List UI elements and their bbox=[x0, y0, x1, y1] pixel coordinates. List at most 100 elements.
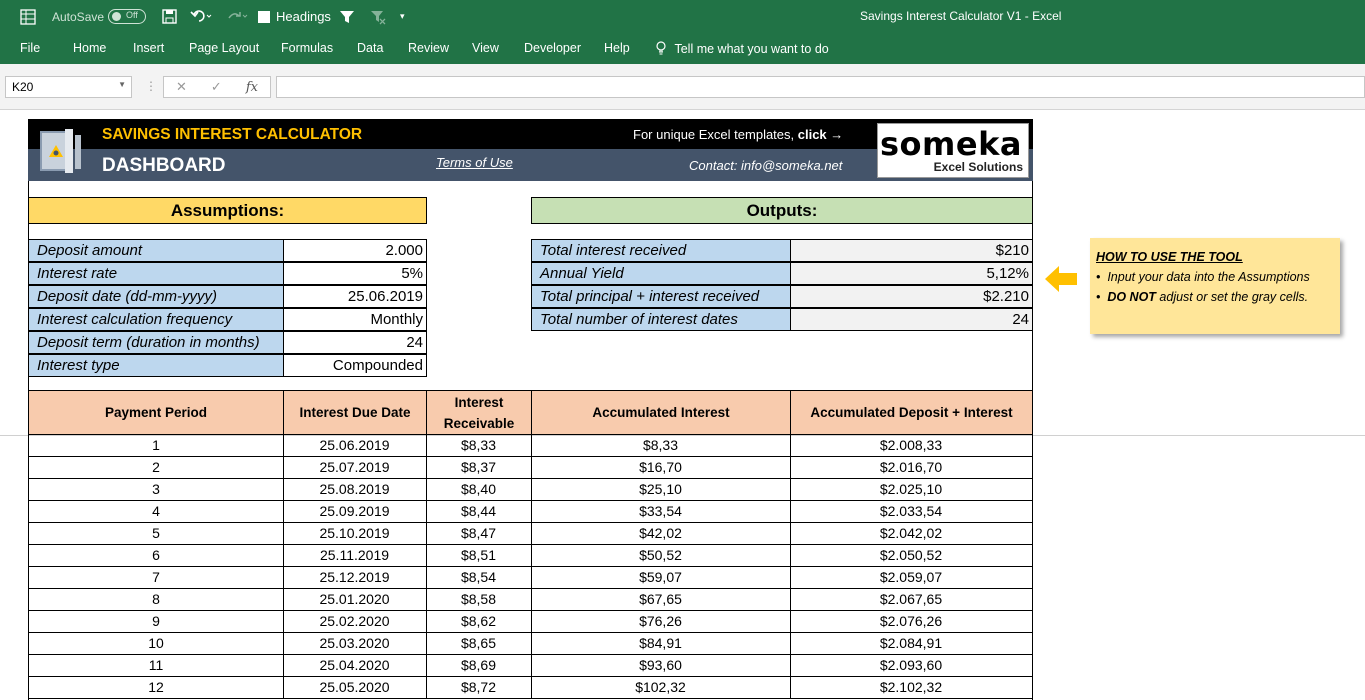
date-cell: 25.10.2019 bbox=[283, 523, 427, 545]
accumulated-cell: $59,07 bbox=[531, 567, 791, 589]
tab-page-layout[interactable]: Page Layout bbox=[189, 41, 259, 55]
tab-formulas[interactable]: Formulas bbox=[281, 41, 333, 55]
interest-type-dropdown[interactable]: Compounded bbox=[283, 354, 427, 377]
period-cell: 4 bbox=[28, 501, 284, 523]
how-to-item: • DO NOT adjust or set the gray cells. bbox=[1096, 290, 1309, 304]
redo-icon[interactable] bbox=[226, 0, 248, 33]
tab-view[interactable]: View bbox=[472, 41, 499, 55]
table-row: 5 25.10.2019 $8,47 $42,02 $2.042,02 bbox=[28, 523, 1033, 545]
period-cell: 11 bbox=[28, 655, 284, 677]
receivable-cell: $8,40 bbox=[426, 479, 532, 501]
col-header-total: Accumulated Deposit + Interest bbox=[790, 390, 1033, 435]
table-row: 4 25.09.2019 $8,44 $33,54 $2.033,54 bbox=[28, 501, 1033, 523]
autosave-toggle[interactable]: Off bbox=[108, 0, 146, 33]
terms-of-use-link[interactable]: Terms of Use bbox=[436, 155, 513, 170]
assumptions-title: Assumptions: bbox=[28, 197, 427, 224]
tab-home[interactable]: Home bbox=[73, 41, 106, 55]
templates-promo[interactable]: For unique Excel templates, click → bbox=[633, 127, 843, 142]
tab-review[interactable]: Review bbox=[408, 41, 449, 55]
click-link[interactable]: click → bbox=[798, 127, 844, 142]
someka-logo-text: someka bbox=[880, 125, 1022, 163]
period-cell: 5 bbox=[28, 523, 284, 545]
more-options-icon[interactable]: ⋮ bbox=[145, 79, 157, 93]
total-cell: $2.067,65 bbox=[790, 589, 1033, 611]
excel-app-icon bbox=[20, 0, 36, 33]
receivable-cell: $8,51 bbox=[426, 545, 532, 567]
headings-checkbox[interactable] bbox=[258, 0, 270, 33]
assumption-label: Interest rate bbox=[28, 262, 284, 285]
total-cell: $2.102,32 bbox=[790, 677, 1033, 699]
deposit-date-input[interactable]: 25.06.2019 bbox=[283, 285, 427, 308]
receivable-cell: $8,44 bbox=[426, 501, 532, 523]
table-row: 11 25.04.2020 $8,69 $93,60 $2.093,60 bbox=[28, 655, 1033, 677]
tab-insert[interactable]: Insert bbox=[133, 41, 164, 55]
total-principal-value: $2.210 bbox=[790, 285, 1033, 308]
how-to-step-2: adjust or set the gray cells. bbox=[1155, 290, 1309, 304]
someka-logo-tagline: Excel Solutions bbox=[933, 160, 1023, 174]
table-row: 3 25.08.2019 $8,40 $25,10 $2.025,10 bbox=[28, 479, 1033, 501]
period-cell: 10 bbox=[28, 633, 284, 655]
tab-help[interactable]: Help bbox=[604, 41, 630, 55]
col-header-accumulated: Accumulated Interest bbox=[531, 390, 791, 435]
cancel-icon[interactable]: ✕ bbox=[176, 79, 187, 95]
date-cell: 25.07.2019 bbox=[283, 457, 427, 479]
date-cell: 25.12.2019 bbox=[283, 567, 427, 589]
deposit-term-input[interactable]: 24 bbox=[283, 331, 427, 354]
table-row: 7 25.12.2019 $8,54 $59,07 $2.059,07 bbox=[28, 567, 1033, 589]
formula-actions: ✕ ✓ fx bbox=[163, 76, 271, 98]
assumption-label: Interest type bbox=[28, 354, 284, 377]
undo-icon[interactable] bbox=[190, 0, 212, 33]
total-cell: $2.008,33 bbox=[790, 435, 1033, 457]
tab-file[interactable]: File bbox=[20, 41, 40, 55]
how-to-step-1: Input your data into the Assumptions bbox=[1107, 270, 1310, 284]
assumption-label: Interest calculation frequency bbox=[28, 308, 284, 331]
accumulated-cell: $25,10 bbox=[531, 479, 791, 501]
how-to-item: • Input your data into the Assumptions bbox=[1096, 270, 1310, 284]
output-label: Total number of interest dates bbox=[531, 308, 791, 331]
window-title: Savings Interest Calculator V1 - Excel bbox=[860, 9, 1062, 23]
deposit-amount-input[interactable]: 2.000 bbox=[283, 239, 427, 262]
output-label: Annual Yield bbox=[531, 262, 791, 285]
calculator-logo-icon bbox=[37, 127, 89, 175]
accumulated-cell: $102,32 bbox=[531, 677, 791, 699]
chevron-down-icon[interactable]: ▼ bbox=[118, 80, 126, 89]
accumulated-cell: $33,54 bbox=[531, 501, 791, 523]
interest-dates-value: 24 bbox=[790, 308, 1033, 331]
col-header-receivable: Interest Receivable bbox=[426, 390, 532, 435]
formula-input[interactable] bbox=[276, 76, 1365, 98]
total-cell: $2.033,54 bbox=[790, 501, 1033, 523]
tab-data[interactable]: Data bbox=[357, 41, 383, 55]
interest-rate-input[interactable]: 5% bbox=[283, 262, 427, 285]
filter-icon[interactable] bbox=[339, 0, 355, 33]
frequency-dropdown[interactable]: Monthly bbox=[283, 308, 427, 331]
name-box[interactable]: K20 ▼ bbox=[5, 76, 132, 98]
total-cell: $2.025,10 bbox=[790, 479, 1033, 501]
table-row: 9 25.02.2020 $8,62 $76,26 $2.076,26 bbox=[28, 611, 1033, 633]
receivable-cell: $8,47 bbox=[426, 523, 532, 545]
total-interest-value: $210 bbox=[790, 239, 1033, 262]
period-cell: 12 bbox=[28, 677, 284, 699]
annual-yield-value: 5,12% bbox=[790, 262, 1033, 285]
customize-qat-icon[interactable]: ▾ bbox=[400, 0, 405, 33]
enter-icon[interactable]: ✓ bbox=[211, 79, 222, 95]
tab-developer[interactable]: Developer bbox=[524, 41, 581, 55]
save-icon[interactable] bbox=[162, 0, 177, 33]
period-cell: 8 bbox=[28, 589, 284, 611]
accumulated-cell: $50,52 bbox=[531, 545, 791, 567]
total-cell: $2.042,02 bbox=[790, 523, 1033, 545]
col-header-receivable-line2: Receivable bbox=[443, 415, 515, 431]
tell-me-search[interactable]: Tell me what you want to do bbox=[655, 41, 829, 56]
accumulated-cell: $67,65 bbox=[531, 589, 791, 611]
receivable-cell: $8,65 bbox=[426, 633, 532, 655]
how-to-warning: DO NOT bbox=[1107, 290, 1156, 304]
contact-email[interactable]: Contact: info@someka.net bbox=[689, 158, 842, 173]
insert-function-icon[interactable]: fx bbox=[246, 80, 258, 95]
assumption-label: Deposit term (duration in months) bbox=[28, 331, 284, 354]
someka-logo[interactable]: someka Excel Solutions bbox=[877, 123, 1029, 178]
receivable-cell: $8,58 bbox=[426, 589, 532, 611]
lightbulb-icon bbox=[656, 41, 666, 55]
headings-label: Headings bbox=[276, 9, 331, 24]
period-cell: 6 bbox=[28, 545, 284, 567]
date-cell: 25.05.2020 bbox=[283, 677, 427, 699]
clear-filter-icon[interactable] bbox=[370, 0, 386, 33]
